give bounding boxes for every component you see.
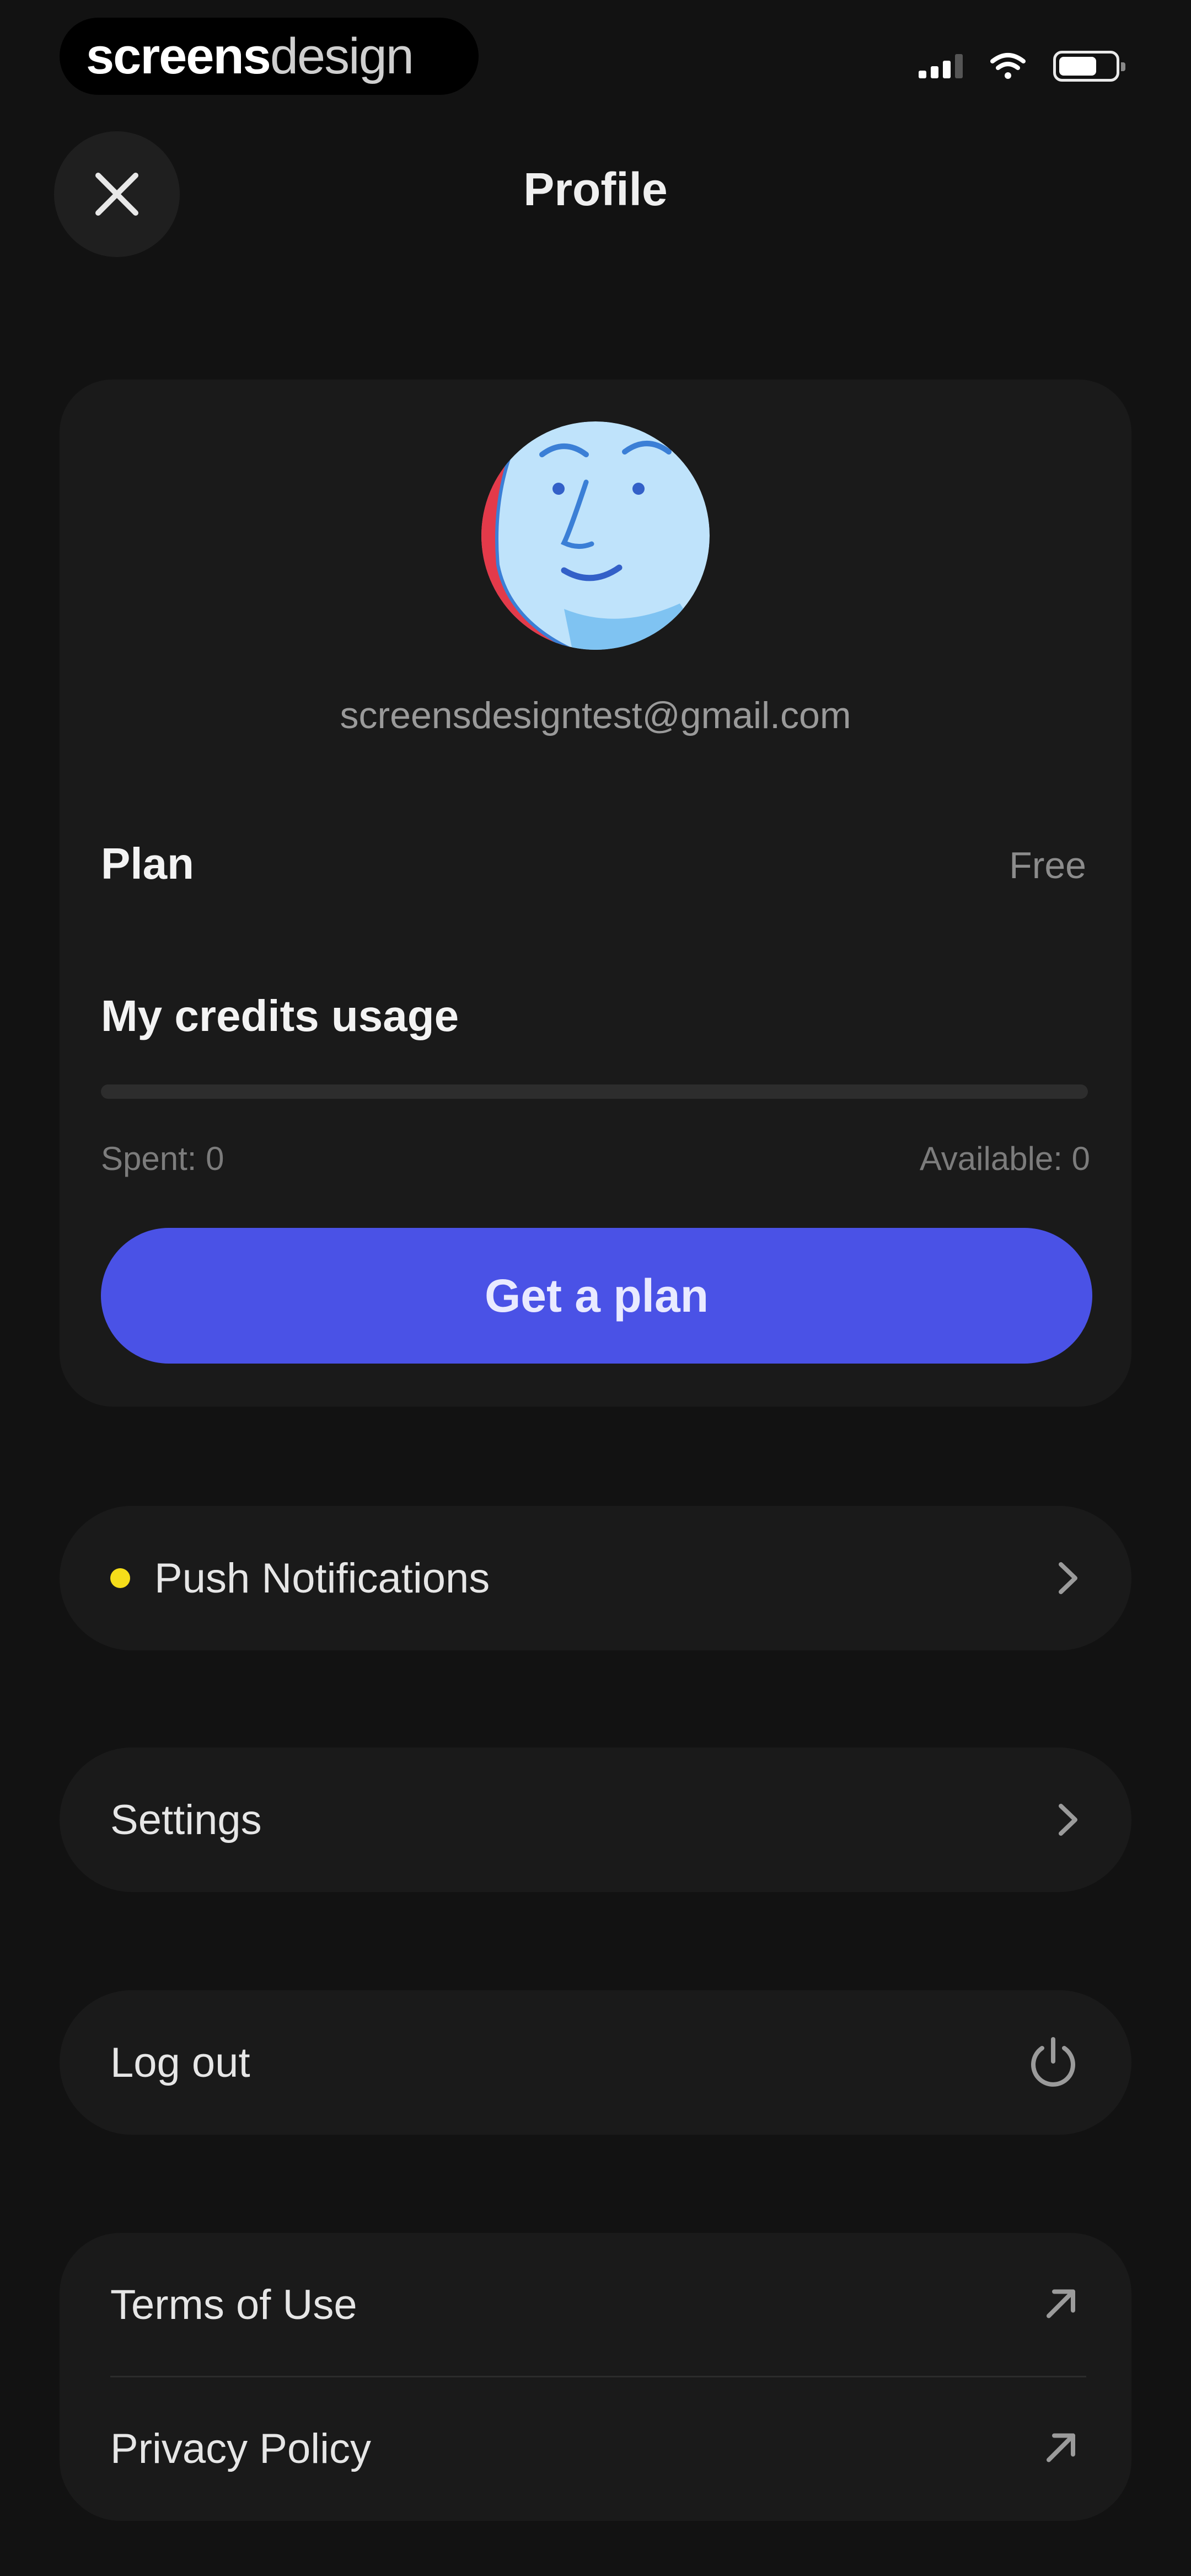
settings-label: Settings <box>110 1796 262 1843</box>
privacy-policy-link[interactable]: Privacy Policy <box>60 2377 1131 2521</box>
profile-card: screensdesigntest@gmail.com Plan Free My… <box>60 380 1131 1407</box>
face-avatar-icon <box>481 421 710 650</box>
plan-label: Plan <box>101 839 194 888</box>
brand-logo-bold: screens <box>86 28 271 84</box>
credits-usage-bar <box>101 1084 1088 1099</box>
brand-logo: screens design <box>60 18 479 95</box>
credits-spent: Spent: 0 <box>101 1140 224 1177</box>
logout-label: Log out <box>110 2039 250 2086</box>
user-email: screensdesigntest@gmail.com <box>340 694 851 736</box>
external-arrow-icon <box>1040 2427 1082 2471</box>
terms-of-use-link[interactable]: Terms of Use <box>60 2233 1131 2377</box>
get-plan-button[interactable]: Get a plan <box>101 1228 1092 1364</box>
battery-level <box>1059 57 1097 76</box>
push-notifications-row[interactable]: Push Notifications <box>60 1506 1131 1650</box>
power-icon <box>1024 2034 1082 2091</box>
chevron-right-icon <box>1054 1800 1082 1839</box>
wifi-icon <box>990 53 1026 79</box>
external-arrow-icon <box>1040 2283 1082 2327</box>
logout-row[interactable]: Log out <box>60 1990 1131 2135</box>
credits-available: Available: 0 <box>919 1140 1090 1177</box>
push-notifications-label: Push Notifications <box>154 1554 490 1602</box>
brand-logo-light: design <box>270 28 414 84</box>
chevron-right-icon <box>1054 1559 1082 1597</box>
legal-links-card: Terms of Use Privacy Policy <box>60 2233 1131 2521</box>
avatar <box>481 421 710 650</box>
plan-value: Free <box>1009 845 1086 886</box>
terms-of-use-label: Terms of Use <box>110 2281 357 2328</box>
status-icons <box>919 51 1125 82</box>
profile-screen: screens design Profile screensdesigntest… <box>0 0 1191 2576</box>
cellular-signal-icon <box>919 54 963 78</box>
privacy-policy-label: Privacy Policy <box>110 2425 371 2472</box>
settings-row[interactable]: Settings <box>60 1747 1131 1892</box>
page-title: Profile <box>523 163 668 215</box>
battery-icon <box>1053 51 1125 82</box>
status-bar: screens design <box>0 0 1191 110</box>
credits-usage-title: My credits usage <box>101 991 459 1040</box>
notification-indicator-icon <box>110 1568 130 1588</box>
